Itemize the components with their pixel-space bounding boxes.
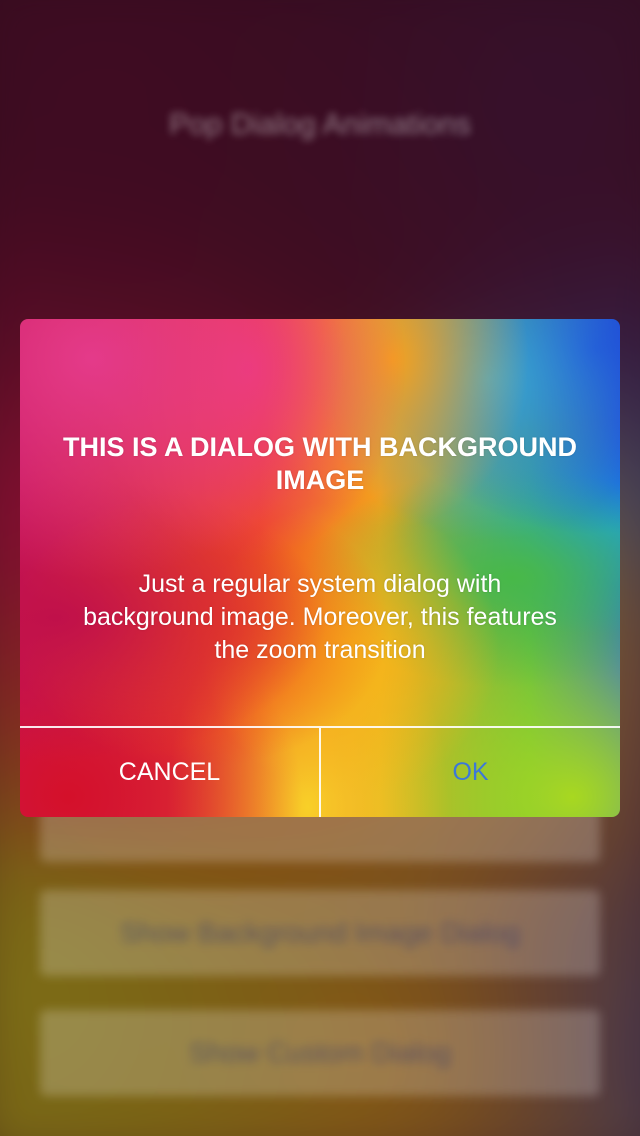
- background-button-background-image-dialog: Show Background Image Dialog: [40, 890, 600, 976]
- screen: Pop Dialog Animations Show Background Im…: [0, 0, 640, 1136]
- cancel-button[interactable]: CANCEL: [20, 728, 319, 817]
- ok-button[interactable]: OK: [321, 728, 620, 817]
- background-button-custom-dialog: Show Custom Dialog: [40, 1010, 600, 1096]
- dialog-message: Just a regular system dialog with backgr…: [83, 570, 557, 664]
- dialog: THIS IS A DIALOG WITH BACKGROUND IMAGE J…: [20, 319, 620, 817]
- dialog-title: THIS IS A DIALOG WITH BACKGROUND IMAGE: [63, 432, 577, 495]
- background-page-title: Pop Dialog Animations: [169, 108, 471, 141]
